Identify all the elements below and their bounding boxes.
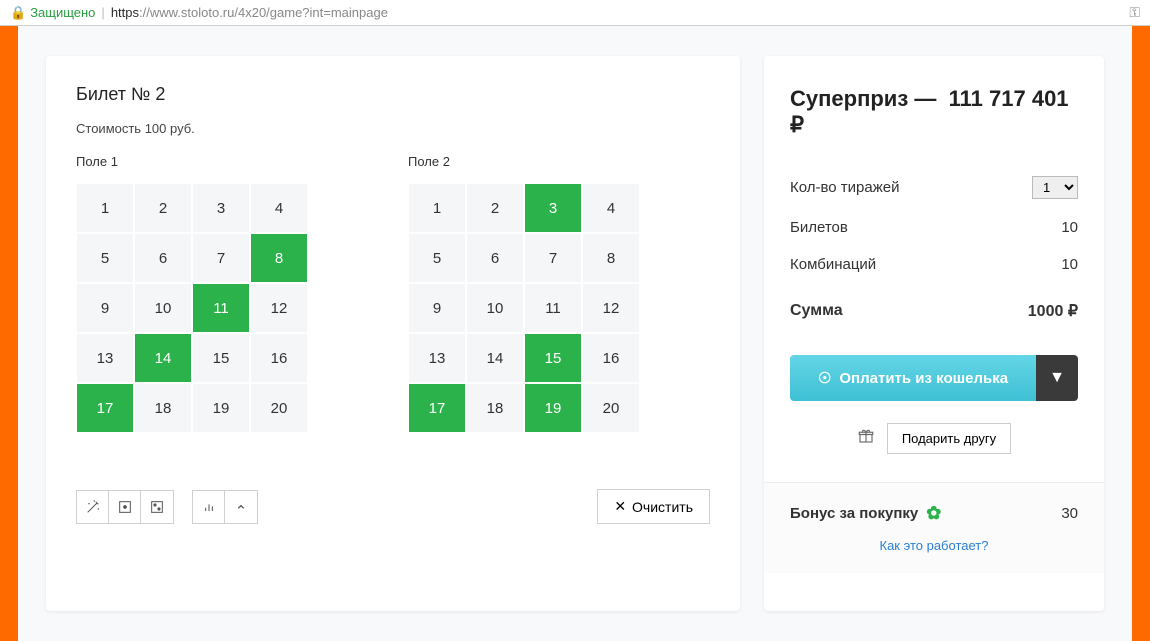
cell-1[interactable]: 1 [76, 183, 134, 233]
pay-dropdown-button[interactable]: ▼ [1036, 355, 1078, 401]
cell-7[interactable]: 7 [192, 233, 250, 283]
clover-icon: ✿ [926, 503, 941, 524]
cell-6[interactable]: 6 [466, 233, 524, 283]
cell-14[interactable]: 14 [134, 333, 192, 383]
cell-4[interactable]: 4 [250, 183, 308, 233]
cell-11[interactable]: 11 [192, 283, 250, 333]
browser-url-bar: 🔒 Защищено | https://www.stoloto.ru/4x20… [0, 0, 1150, 26]
field-2: Поле 2 1234567891011121314151617181920 [408, 154, 640, 433]
cell-2[interactable]: 2 [466, 183, 524, 233]
summary-card: Суперприз — 111 717 401 ₽ Кол-во тиражей… [764, 56, 1104, 611]
draws-select[interactable]: 1 [1032, 176, 1078, 199]
cell-8[interactable]: 8 [250, 233, 308, 283]
cell-16[interactable]: 16 [582, 333, 640, 383]
ticket-title: Билет № 2 [76, 84, 710, 105]
clear-button[interactable]: ✕ Очистить [597, 489, 710, 524]
cell-13[interactable]: 13 [408, 333, 466, 383]
cell-18[interactable]: 18 [466, 383, 524, 433]
dice-1-button[interactable] [109, 491, 141, 523]
combos-row: Комбинаций 10 [790, 246, 1078, 283]
cell-6[interactable]: 6 [134, 233, 192, 283]
bonus-value: 30 [1061, 505, 1078, 522]
prize-row: Суперприз — 111 717 401 ₽ [790, 86, 1078, 138]
bonus-section: Бонус за покупку ✿ 30 Как это работает? [764, 482, 1104, 573]
tickets-row: Билетов 10 [790, 209, 1078, 246]
cell-11[interactable]: 11 [524, 283, 582, 333]
key-icon[interactable]: ⚿ [1129, 4, 1140, 21]
cell-18[interactable]: 18 [134, 383, 192, 433]
cell-5[interactable]: 5 [76, 233, 134, 283]
total-row: Сумма 1000 ₽ [790, 283, 1078, 331]
cell-20[interactable]: 20 [582, 383, 640, 433]
magic-wand-button[interactable] [77, 491, 109, 523]
cell-10[interactable]: 10 [466, 283, 524, 333]
pay-button[interactable]: ☉ Оплатить из кошелька [790, 355, 1036, 401]
field-2-label: Поле 2 [408, 154, 640, 169]
cell-19[interactable]: 19 [192, 383, 250, 433]
cell-3[interactable]: 3 [192, 183, 250, 233]
field-1: Поле 1 1234567891011121314151617181920 [76, 154, 308, 433]
url[interactable]: https://www.stoloto.ru/4x20/game?int=mai… [111, 5, 388, 20]
dice-2-button[interactable] [141, 491, 173, 523]
ticket-toolbar: ✕ Очистить [76, 489, 710, 524]
chevron-up-button[interactable] [225, 491, 257, 523]
cell-17[interactable]: 17 [408, 383, 466, 433]
cell-4[interactable]: 4 [582, 183, 640, 233]
cell-15[interactable]: 15 [524, 333, 582, 383]
cell-2[interactable]: 2 [134, 183, 192, 233]
cell-3[interactable]: 3 [524, 183, 582, 233]
left-rail [0, 26, 18, 641]
right-rail [1132, 26, 1150, 641]
cell-14[interactable]: 14 [466, 333, 524, 383]
bonus-how-link[interactable]: Как это работает? [790, 538, 1078, 553]
cell-15[interactable]: 15 [192, 333, 250, 383]
stats-button[interactable] [193, 491, 225, 523]
cell-9[interactable]: 9 [76, 283, 134, 333]
cell-7[interactable]: 7 [524, 233, 582, 283]
chevron-down-icon: ▼ [1049, 369, 1065, 387]
ticket-cost: Стоимость 100 руб. [76, 121, 710, 136]
wallet-icon: ☉ [818, 369, 831, 387]
secure-label: Защищено [30, 5, 95, 20]
draws-row: Кол-во тиражей 1 [790, 166, 1078, 209]
lock-icon: 🔒 [10, 5, 26, 21]
cell-9[interactable]: 9 [408, 283, 466, 333]
cell-19[interactable]: 19 [524, 383, 582, 433]
grid-1: 1234567891011121314151617181920 [76, 183, 308, 433]
cell-13[interactable]: 13 [76, 333, 134, 383]
cell-5[interactable]: 5 [408, 233, 466, 283]
cell-8[interactable]: 8 [582, 233, 640, 283]
cell-1[interactable]: 1 [408, 183, 466, 233]
cell-16[interactable]: 16 [250, 333, 308, 383]
gift-button[interactable]: Подарить другу [887, 423, 1011, 454]
cell-17[interactable]: 17 [76, 383, 134, 433]
cell-12[interactable]: 12 [582, 283, 640, 333]
gift-icon [857, 427, 875, 450]
field-1-label: Поле 1 [76, 154, 308, 169]
cell-20[interactable]: 20 [250, 383, 308, 433]
cell-12[interactable]: 12 [250, 283, 308, 333]
cell-10[interactable]: 10 [134, 283, 192, 333]
close-icon: ✕ [614, 498, 626, 515]
ticket-card: Билет № 2 Стоимость 100 руб. Поле 1 1234… [46, 56, 740, 611]
grid-2: 1234567891011121314151617181920 [408, 183, 640, 433]
